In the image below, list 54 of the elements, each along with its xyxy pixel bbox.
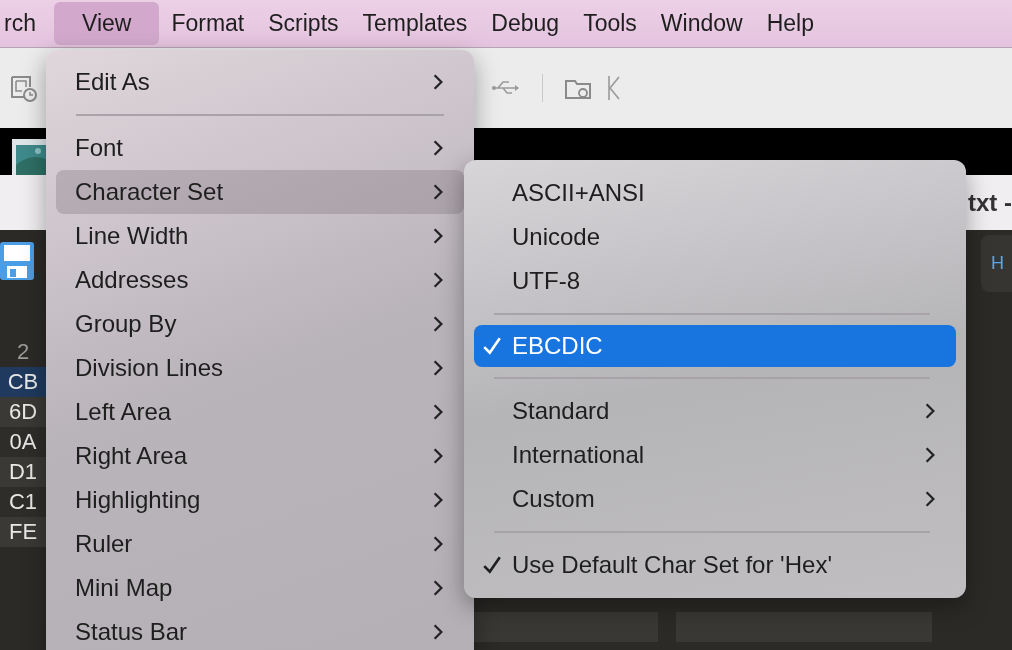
- hex-cell: FE: [0, 517, 46, 547]
- menu-bar-item[interactable]: Scripts: [256, 2, 351, 45]
- menu-bar-item[interactable]: View: [53, 2, 160, 45]
- chevron-right-icon: [432, 447, 444, 465]
- chevron-left-icon[interactable]: [607, 73, 623, 103]
- chevron-right-icon: [924, 490, 936, 508]
- menu-item[interactable]: Right Area: [56, 434, 464, 478]
- menu-item[interactable]: Edit As: [56, 60, 464, 104]
- menu-item[interactable]: Line Width: [56, 214, 464, 258]
- chevron-right-icon: [432, 227, 444, 245]
- hex-cell: D1: [0, 457, 46, 487]
- chevron-right-icon: [432, 359, 444, 377]
- menu-item[interactable]: International: [474, 433, 956, 477]
- hex-cell: 6D: [0, 397, 46, 427]
- chevron-right-icon: [432, 73, 444, 91]
- menu-item[interactable]: Use Default Char Set for 'Hex': [474, 543, 956, 587]
- side-tab[interactable]: H: [981, 235, 1012, 292]
- menu-bar-item[interactable]: Format: [159, 2, 257, 45]
- chevron-right-icon: [432, 623, 444, 641]
- menu-item[interactable]: Ruler: [56, 522, 464, 566]
- menu-item[interactable]: Status Bar: [56, 610, 464, 650]
- chevron-right-icon: [432, 403, 444, 421]
- menu-item[interactable]: Mini Map: [56, 566, 464, 610]
- menu-item[interactable]: UTF-8: [474, 259, 956, 303]
- chevron-right-icon: [432, 139, 444, 157]
- chevron-right-icon: [924, 446, 936, 464]
- chevron-right-icon: [432, 271, 444, 289]
- menu-item[interactable]: Group By: [56, 302, 464, 346]
- document-clock-icon[interactable]: [8, 73, 38, 103]
- menu-bar-item[interactable]: rch: [0, 2, 48, 45]
- menu-bar-item[interactable]: Help: [754, 2, 826, 45]
- menu-bar-item[interactable]: Tools: [571, 2, 649, 45]
- menu-item[interactable]: Addresses: [56, 258, 464, 302]
- chevron-right-icon: [432, 183, 444, 201]
- save-icon[interactable]: [0, 242, 34, 280]
- menu-item[interactable]: Left Area: [56, 390, 464, 434]
- menu-item[interactable]: Character Set: [56, 170, 464, 214]
- chevron-right-icon: [924, 402, 936, 420]
- menu-item[interactable]: Unicode: [474, 215, 956, 259]
- menu-item[interactable]: Custom: [474, 477, 956, 521]
- hex-cell: CB: [0, 367, 46, 397]
- chevron-right-icon: [432, 315, 444, 333]
- window-title: txt -: [968, 188, 1012, 217]
- menu-bar-item[interactable]: Templates: [350, 2, 480, 45]
- menu-item[interactable]: Standard: [474, 389, 956, 433]
- chevron-right-icon: [432, 535, 444, 553]
- chevron-right-icon: [432, 579, 444, 597]
- menu-item[interactable]: Division Lines: [56, 346, 464, 390]
- menu-item[interactable]: Highlighting: [56, 478, 464, 522]
- menu-item[interactable]: EBCDIC: [474, 325, 956, 367]
- menu-item[interactable]: ASCII+ANSI: [474, 171, 956, 215]
- menu-bar-item[interactable]: Window: [648, 2, 755, 45]
- menu-bar-item[interactable]: Debug: [479, 2, 572, 45]
- chevron-right-icon: [432, 491, 444, 509]
